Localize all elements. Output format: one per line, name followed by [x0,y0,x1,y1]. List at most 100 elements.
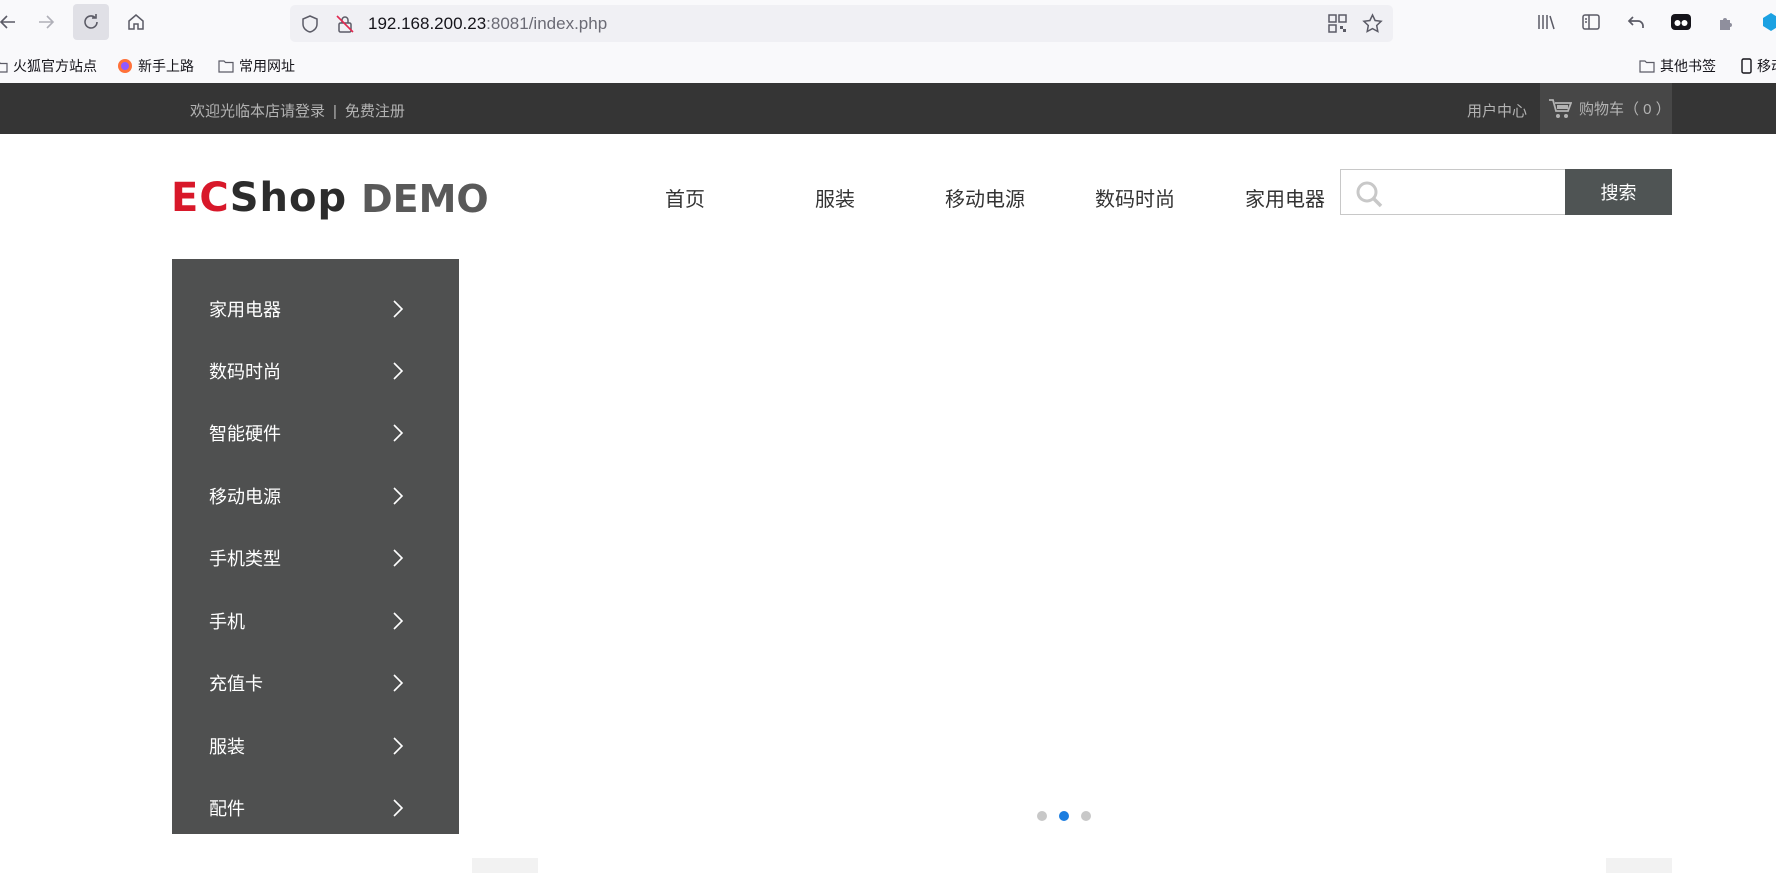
login-link[interactable]: 欢迎光临本店请登录 [190,103,325,120]
bookmark-firefox-official[interactable]: 火狐官方站点 [0,56,97,76]
search-icon [1356,181,1383,208]
logo-ec: EC [171,175,230,221]
nav-clothing[interactable]: 服装 [760,183,910,212]
search-button[interactable]: 搜索 [1565,169,1672,215]
user-center-link[interactable]: 用户中心 [1467,100,1527,121]
firefox-icon [118,59,132,73]
bookmark-other[interactable]: 其他书签 [1639,56,1716,76]
url-text[interactable]: 192.168.200.23:8081/index.php [368,14,607,34]
folder-icon [218,60,234,73]
url-host: 192.168.200.23 [368,14,487,33]
category-label: 配件 [209,799,245,819]
bookmark-label: 常用网址 [239,58,295,74]
url-path: :8081/index.php [486,14,608,33]
bookmark-label: 其他书签 [1660,58,1716,74]
category-item-accessories[interactable]: 配件 [172,785,459,831]
bookmark-label: 火狐官方站点 [13,58,97,74]
reload-icon [84,14,98,29]
banner-slider [459,259,1672,834]
url-bar[interactable]: 192.168.200.23:8081/index.php [290,5,1393,42]
insecure-lock-icon[interactable] [335,14,355,34]
chevron-right-icon [393,737,404,755]
site-logo[interactable]: EC Shop DEMO [171,175,489,221]
extension-blue-button[interactable] [1753,4,1776,40]
logo-shop: Shop [229,175,348,221]
star-icon[interactable] [1362,13,1383,34]
chevron-right-icon [393,612,404,630]
bookmarks-bar: 火狐官方站点 新手上路 常用网址 其他书签 移动 [0,46,1776,83]
chevron-right-icon [393,674,404,692]
category-label: 服装 [209,737,245,757]
back-button[interactable] [0,4,26,40]
slider-next-tab[interactable] [1606,858,1672,873]
home-icon [128,14,144,30]
search-input[interactable] [1340,169,1566,215]
category-item-clothing[interactable]: 服装 [172,723,459,769]
library-button[interactable] [1528,4,1564,40]
category-item-digital-fashion[interactable]: 数码时尚 [172,348,459,394]
qr-code-icon[interactable] [1328,14,1347,33]
category-label: 充值卡 [209,674,263,694]
arrow-right-icon [39,15,55,29]
main-nav: 首页 服装 移动电源 数码时尚 家用电器 [610,183,1360,212]
separator: | [333,103,337,120]
slider-prev-tab[interactable] [472,858,538,873]
category-item-smart-hardware[interactable]: 智能硬件 [172,410,459,456]
nav-digital-fashion[interactable]: 数码时尚 [1060,183,1210,212]
mobile-icon [1741,58,1752,74]
chevron-right-icon [393,362,404,380]
slider-dots [1037,811,1091,821]
browser-toolbar: 192.168.200.23:8081/index.php [0,0,1776,46]
chevron-right-icon [393,487,404,505]
category-item-recharge-card[interactable]: 充值卡 [172,660,459,706]
welcome-links: 欢迎光临本店请登录 | 免费注册 [190,100,405,121]
cart-button[interactable]: 购物车（ 0 ） [1540,83,1672,134]
sidebar-icon [1582,14,1600,30]
nav-home-appliances[interactable]: 家用电器 [1210,183,1360,212]
cart-label: 购物车（ 0 ） [1579,101,1671,118]
category-label: 数码时尚 [209,362,281,382]
bookmark-common-sites[interactable]: 常用网址 [218,56,295,76]
category-label: 手机类型 [209,549,281,569]
bookmark-label: 移动 [1757,58,1776,74]
nav-home[interactable]: 首页 [610,183,760,212]
undo-arrow-icon [1627,16,1644,28]
slider-dot-2[interactable] [1059,811,1069,821]
category-item-phone-type[interactable]: 手机类型 [172,535,459,581]
register-link[interactable]: 免费注册 [345,103,405,120]
chevron-right-icon [393,424,404,442]
reload-button[interactable] [73,4,109,40]
shield-icon [302,15,318,33]
category-item-home-appliances[interactable]: 家用电器 [172,286,459,332]
logo-demo: DEMO [361,177,489,221]
nav-power-bank[interactable]: 移动电源 [910,183,1060,212]
bookmark-label: 新手上路 [138,58,194,74]
category-menu: 家用电器 数码时尚 智能硬件 移动电源 手机类型 手机 充值卡 服装 配件 [172,259,459,834]
home-button[interactable] [118,4,154,40]
shopping-cart-icon [1549,98,1572,118]
extension-mask-icon [1671,14,1691,30]
folder-icon [1639,60,1655,73]
undo-button[interactable] [1618,4,1654,40]
puzzle-icon [1720,18,1732,30]
category-label: 移动电源 [209,487,281,507]
forward-button[interactable] [28,4,64,40]
puzzle-extension-button[interactable] [1708,4,1744,40]
sidebar-button[interactable] [1573,4,1609,40]
library-icon [1538,15,1555,30]
folder-icon [0,61,8,73]
bookmark-getting-started[interactable]: 新手上路 [117,56,194,76]
site-topbar: 欢迎光临本店请登录 | 免费注册 用户中心 购物车（ 0 ） [0,83,1776,134]
extension-button[interactable] [1663,4,1699,40]
category-label: 家用电器 [209,300,281,320]
chevron-right-icon [393,300,404,318]
category-item-power-bank[interactable]: 移动电源 [172,473,459,519]
category-item-phone[interactable]: 手机 [172,598,459,644]
slider-dot-3[interactable] [1081,811,1091,821]
bookmark-mobile[interactable]: 移动 [1741,56,1776,76]
slider-dot-1[interactable] [1037,811,1047,821]
chevron-right-icon [393,799,404,817]
chevron-right-icon [393,549,404,567]
category-label: 智能硬件 [209,424,281,444]
category-label: 手机 [209,612,245,632]
